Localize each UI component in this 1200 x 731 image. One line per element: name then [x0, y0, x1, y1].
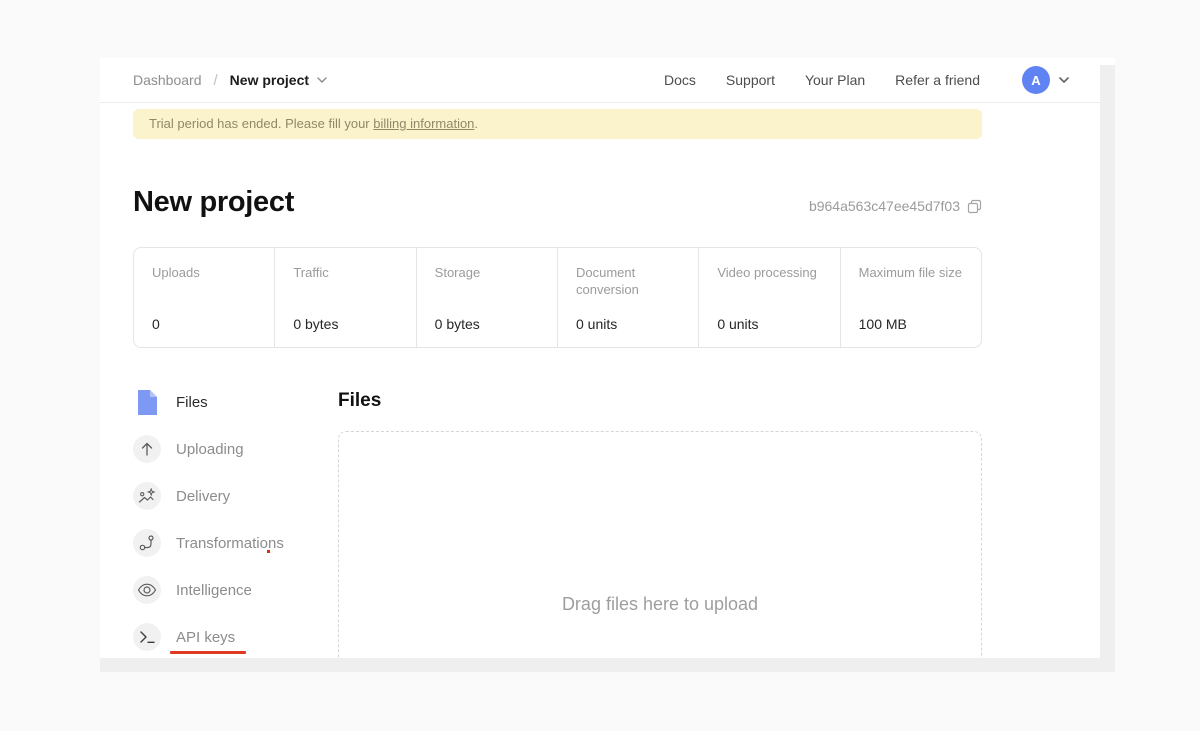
file-dropzone[interactable]: Drag files here to upload	[338, 431, 982, 672]
stat-value: 0 bytes	[293, 316, 397, 332]
sidebar-item-label: Files	[176, 394, 208, 411]
stat-value: 100 MB	[859, 316, 963, 332]
nav-refer-friend-link[interactable]: Refer a friend	[895, 72, 980, 88]
stat-video-processing: Video processing 0 units	[698, 248, 839, 347]
project-switcher[interactable]: New project	[230, 72, 327, 88]
page-title: New project	[133, 186, 294, 219]
project-sidebar: Files Uploading Delivery	[133, 388, 338, 672]
breadcrumb-dashboard-link[interactable]: Dashboard	[133, 72, 202, 88]
sidebar-item-transformations[interactable]: Transformations	[133, 529, 338, 557]
nav-support-link[interactable]: Support	[726, 72, 775, 88]
horizontal-scrollbar[interactable]	[100, 658, 1115, 672]
sidebar-item-files[interactable]: Files	[133, 388, 338, 416]
sidebar-item-api-keys[interactable]: API keys	[133, 623, 338, 651]
sidebar-item-intelligence[interactable]: API keys Intelligence	[133, 576, 338, 604]
top-nav: Docs Support Your Plan Refer a friend A	[664, 66, 1069, 94]
eye-icon	[133, 576, 161, 604]
breadcrumb-separator: /	[214, 72, 218, 89]
app-window: Dashboard / New project Docs Support You…	[100, 58, 1115, 672]
user-menu[interactable]: A	[1022, 66, 1069, 94]
sidebar-item-label: Delivery	[176, 488, 230, 505]
stat-label: Traffic	[293, 264, 397, 281]
stat-document-conversion: Document conversion 0 units	[557, 248, 698, 347]
sidebar-item-label: Intelligence	[176, 582, 252, 599]
stat-uploads: Uploads 0	[134, 248, 274, 347]
stat-traffic: Traffic 0 bytes	[274, 248, 415, 347]
dropzone-hint: Drag files here to upload	[339, 594, 981, 615]
stat-label: Video processing	[717, 264, 821, 281]
sidebar-item-label: Transformations	[176, 535, 284, 552]
trial-banner-text: Trial period has ended. Please fill your	[149, 116, 373, 131]
file-icon	[133, 388, 161, 416]
sidebar-item-label: API keys	[176, 629, 235, 646]
stat-label: Document conversion	[576, 264, 680, 298]
project-section: Files Uploading Delivery	[133, 388, 982, 672]
stat-label: Maximum file size	[859, 264, 963, 281]
terminal-icon	[133, 623, 161, 651]
red-dot-annotation	[267, 550, 270, 553]
usage-stats-card: Uploads 0 Traffic 0 bytes Storage 0 byte…	[133, 247, 982, 348]
files-panel: Files Drag files here to upload	[338, 388, 982, 672]
avatar: A	[1022, 66, 1050, 94]
stat-value: 0 units	[717, 316, 821, 332]
stat-max-file-size: Maximum file size 100 MB	[840, 248, 981, 347]
trial-banner: Trial period has ended. Please fill your…	[133, 109, 982, 139]
stat-value: 0	[152, 316, 256, 332]
chevron-down-icon	[317, 77, 327, 83]
title-row: New project b964a563c47ee45d7f03	[133, 186, 982, 219]
breadcrumb: Dashboard / New project	[133, 72, 327, 89]
stat-value: 0 units	[576, 316, 680, 332]
stat-value: 0 bytes	[435, 316, 539, 332]
sidebar-item-label: Uploading	[176, 441, 244, 458]
billing-information-link[interactable]: billing information	[373, 116, 474, 131]
image-sparkle-icon	[133, 482, 161, 510]
files-heading: Files	[338, 390, 982, 412]
stat-storage: Storage 0 bytes	[416, 248, 557, 347]
copy-icon	[967, 199, 982, 214]
breadcrumb-current-label: New project	[230, 72, 309, 88]
top-bar: Dashboard / New project Docs Support You…	[100, 58, 1115, 103]
nav-your-plan-link[interactable]: Your Plan	[805, 72, 865, 88]
project-id-wrap: b964a563c47ee45d7f03	[809, 198, 982, 214]
sidebar-item-delivery[interactable]: Delivery	[133, 482, 338, 510]
copy-project-id-button[interactable]	[967, 199, 982, 214]
upload-arrow-icon	[133, 435, 161, 463]
trial-banner-text-end: .	[474, 116, 478, 131]
project-id: b964a563c47ee45d7f03	[809, 198, 960, 214]
chevron-down-icon	[1059, 77, 1069, 83]
node-path-icon	[133, 529, 161, 557]
stat-label: Uploads	[152, 264, 256, 281]
stat-label: Storage	[435, 264, 539, 281]
sidebar-item-uploading[interactable]: Uploading	[133, 435, 338, 463]
red-underline-annotation	[170, 651, 246, 654]
vertical-scrollbar[interactable]	[1100, 65, 1115, 658]
nav-docs-link[interactable]: Docs	[664, 72, 696, 88]
